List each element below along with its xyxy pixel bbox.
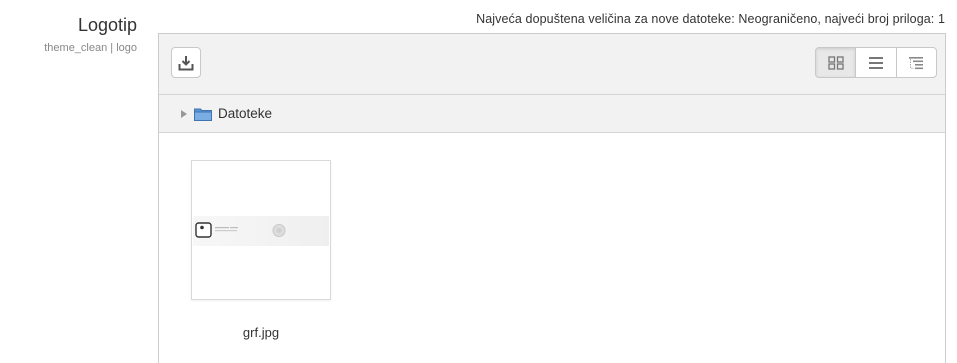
file-area: grf.jpg (159, 133, 945, 363)
folder-icon (194, 107, 212, 121)
setting-title: Logotip (77, 15, 137, 35)
list-view-icon (868, 56, 884, 70)
upload-limits-text: Najveća dopuštena veličina za nove datot… (476, 12, 945, 26)
file-name[interactable]: grf.jpg (191, 325, 331, 340)
filemanager-toolbar (159, 34, 945, 95)
filemanager: Datoteke grf.jpg (158, 33, 946, 363)
setting-subtitle: theme_clean | logo (44, 42, 137, 54)
grid-view-button[interactable] (816, 48, 856, 77)
grid-view-icon (828, 55, 844, 70)
list-view-button[interactable] (855, 48, 895, 77)
file-item[interactable]: grf.jpg (191, 160, 331, 340)
path-folder-link[interactable]: Datoteke (218, 106, 272, 121)
download-button[interactable] (171, 47, 201, 78)
thumbnail-image (193, 216, 329, 246)
expand-arrow-icon[interactable] (181, 109, 187, 118)
download-icon (178, 55, 194, 71)
tree-view-icon (908, 56, 924, 70)
tree-view-button[interactable] (895, 48, 936, 77)
view-switcher (815, 47, 937, 78)
file-thumbnail[interactable] (191, 160, 331, 300)
setting-label: Logotip theme_clean | logo (0, 14, 137, 54)
path-bar: Datoteke (159, 95, 945, 133)
